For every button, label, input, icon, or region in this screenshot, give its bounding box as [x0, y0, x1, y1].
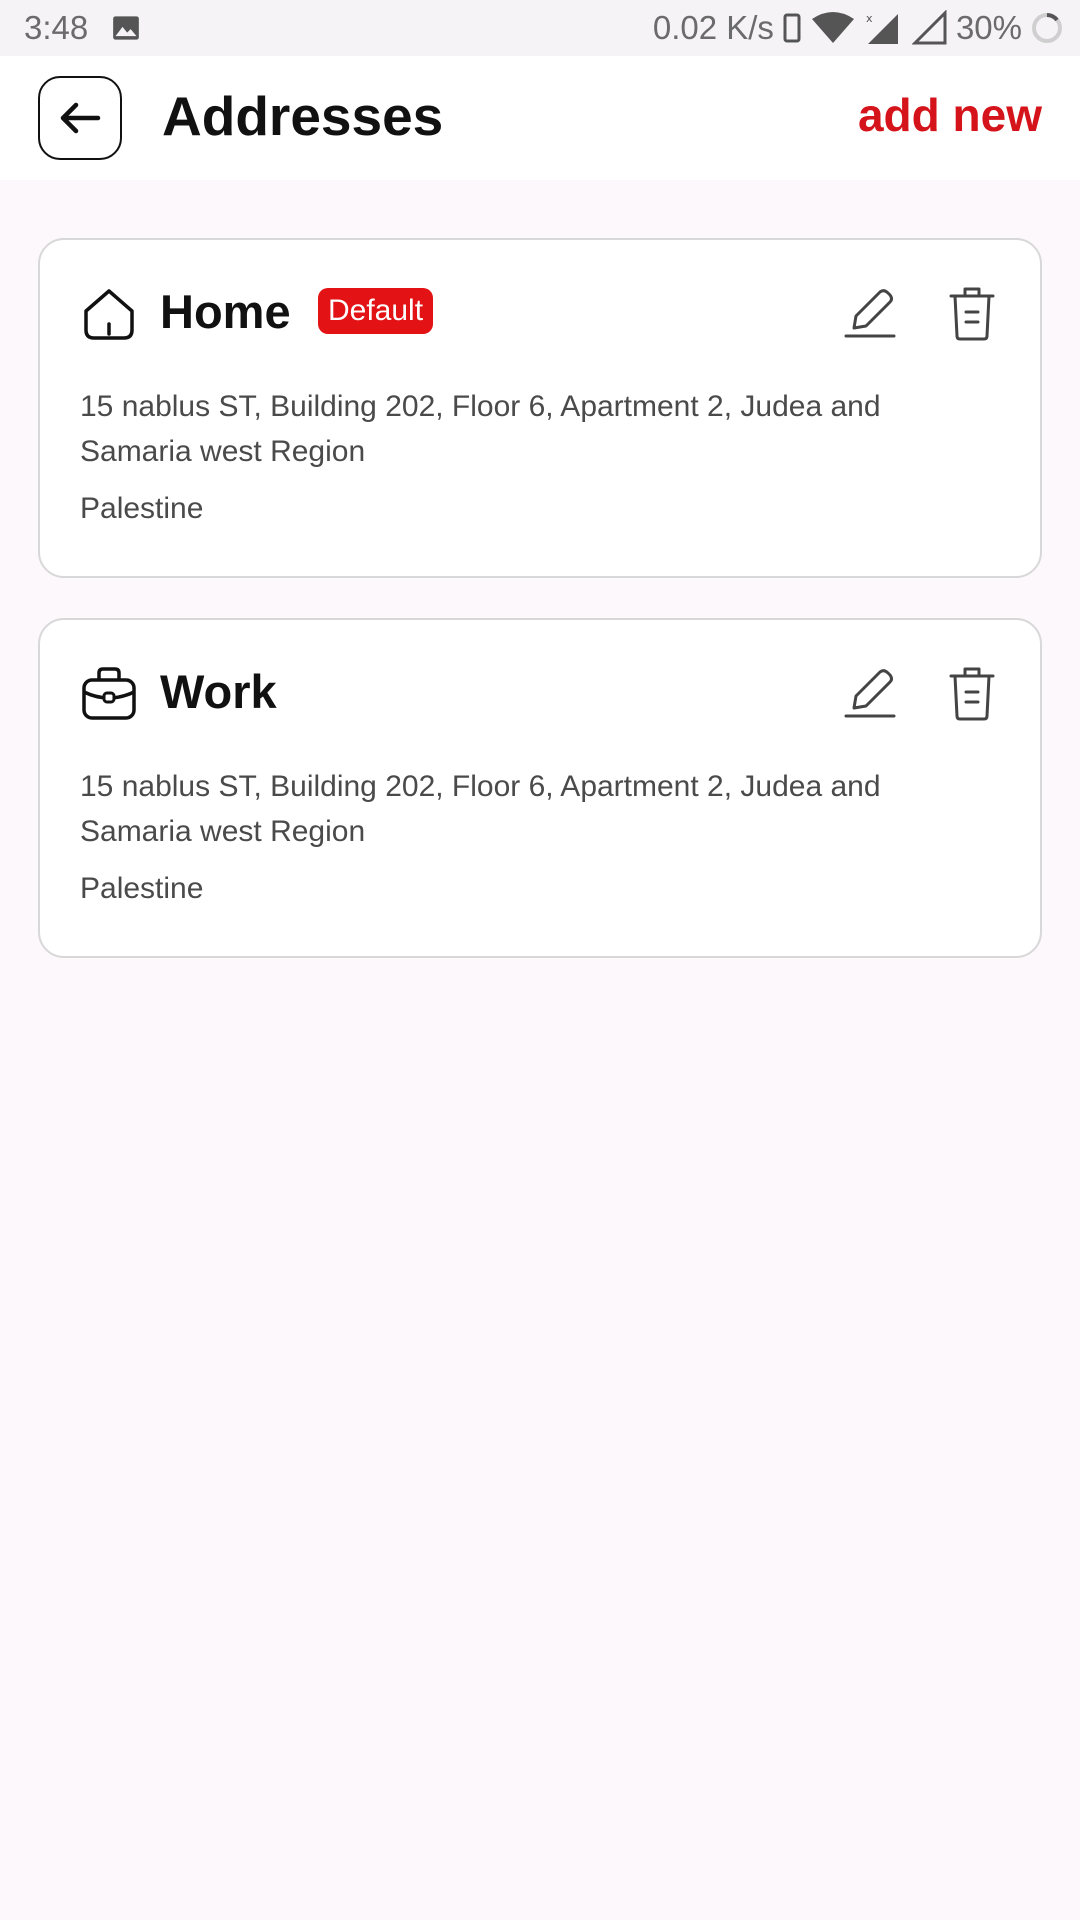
trash-icon[interactable]	[948, 284, 996, 342]
gallery-icon	[113, 16, 139, 40]
battery-ring-icon	[1032, 13, 1062, 43]
back-button[interactable]	[38, 76, 122, 160]
trash-icon[interactable]	[948, 664, 996, 722]
edit-icon[interactable]	[842, 664, 898, 720]
address-title: Home	[160, 285, 291, 338]
wifi-icon	[811, 12, 854, 43]
app-bar: Addresses add new	[0, 56, 1080, 180]
address-card[interactable]: Work 15 nablus ST, Building 202, Floor 6…	[38, 618, 1042, 958]
battery-percent: 30%	[955, 9, 1022, 46]
signal-empty-icon	[911, 10, 947, 45]
edit-icon[interactable]	[842, 284, 898, 340]
add-new-button[interactable]: add new	[858, 88, 1042, 142]
phone-icon	[783, 13, 801, 43]
address-country: Palestine	[80, 492, 204, 525]
home-icon	[84, 289, 134, 340]
network-speed: 0.02 K/s	[652, 9, 774, 46]
address-text: 15 nablus ST, Building 202, Floor 6, Apa…	[80, 770, 881, 848]
default-badge: Default	[318, 288, 434, 334]
briefcase-icon	[82, 667, 136, 720]
status-time: 3:48	[24, 9, 89, 46]
arrow-left-icon	[60, 102, 101, 134]
address-country: Palestine	[80, 872, 204, 905]
page-title: Addresses	[162, 85, 444, 147]
status-bar: 3:48 0.02 K/s x 30%	[0, 0, 1080, 56]
status-right: 0.02 K/s x 30%	[653, 9, 1064, 47]
svg-text:x: x	[866, 12, 873, 25]
address-title: Work	[160, 665, 277, 718]
address-text: 15 nablus ST, Building 202, Floor 6, Apa…	[80, 390, 881, 468]
address-card[interactable]: Home Default 15 nablus ST, Building 202,…	[38, 238, 1042, 578]
signal-icon: x	[866, 12, 898, 44]
